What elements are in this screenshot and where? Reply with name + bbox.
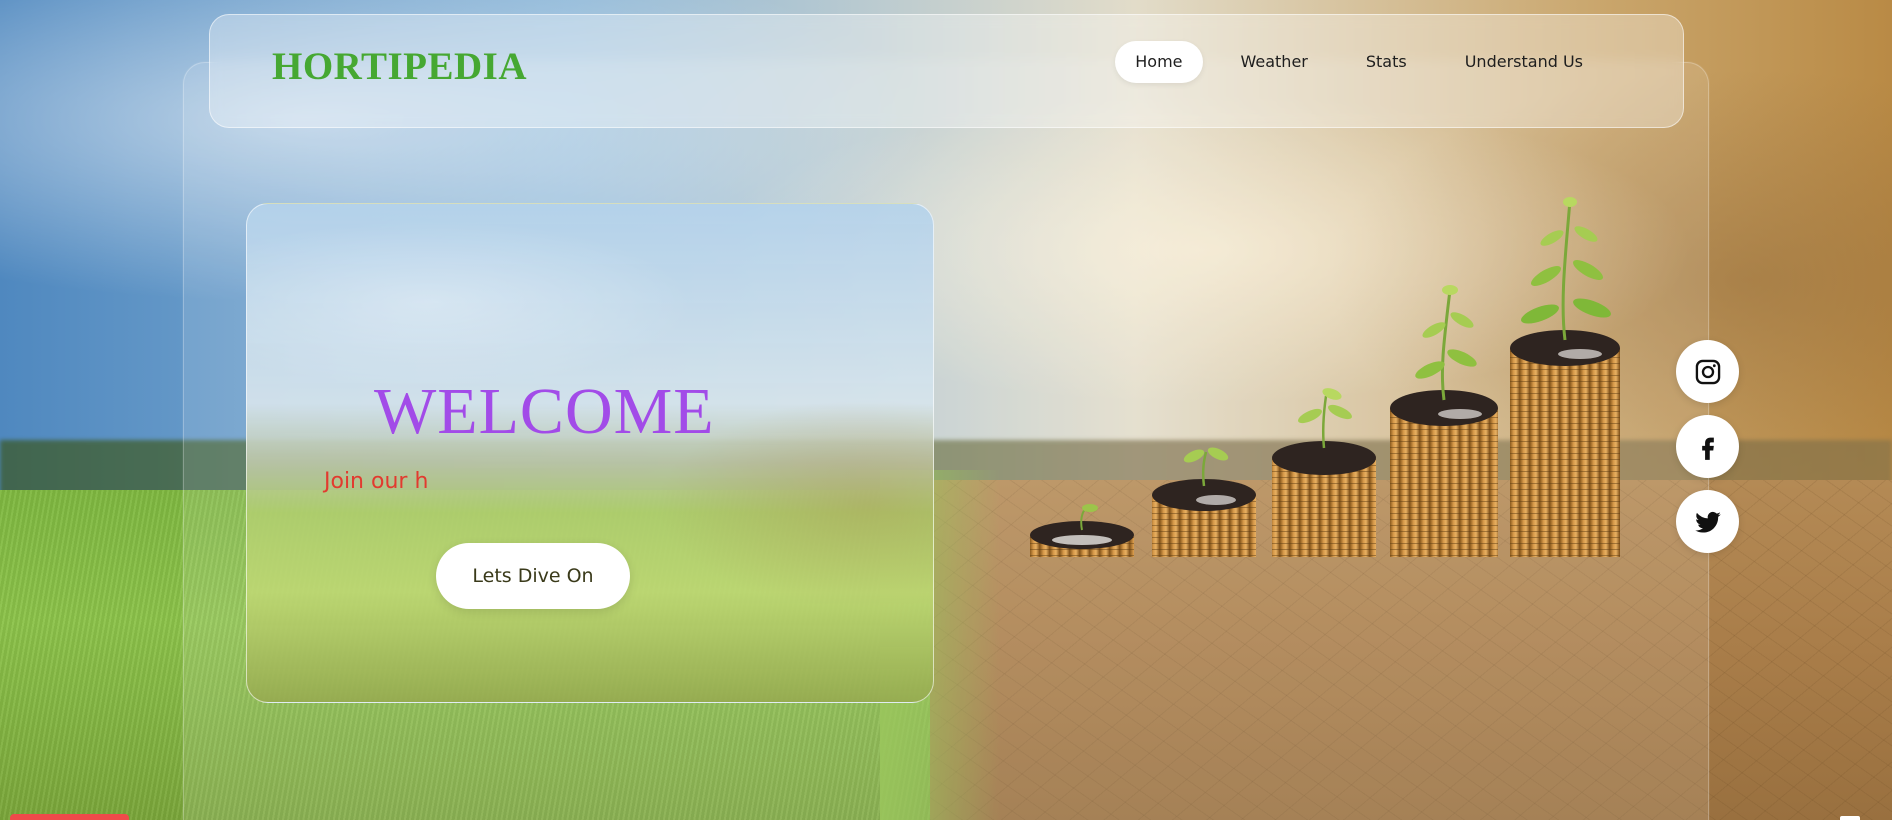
page: HORTIPEDIA Home Weather Stats Understand…: [0, 0, 1892, 820]
facebook-icon: [1701, 437, 1714, 460]
instagram-icon: [1695, 359, 1720, 384]
main-nav: Home Weather Stats Understand Us: [1115, 41, 1603, 83]
welcome-title: WELCOME: [374, 375, 715, 448]
nav-weather[interactable]: Weather: [1221, 41, 1328, 83]
lets-dive-on-button[interactable]: Lets Dive On: [436, 543, 630, 609]
welcome-subtitle: Join our h: [324, 469, 429, 494]
nav-home[interactable]: Home: [1115, 41, 1203, 83]
nav-understand-us[interactable]: Understand Us: [1445, 41, 1603, 83]
instagram-button[interactable]: [1676, 340, 1739, 403]
corner-tab[interactable]: [10, 814, 129, 820]
logo[interactable]: HORTIPEDIA: [272, 47, 527, 86]
navbar: HORTIPEDIA Home Weather Stats Understand…: [209, 14, 1684, 128]
welcome-card: WELCOME Join our h Lets Dive On: [246, 203, 934, 703]
facebook-button[interactable]: [1676, 415, 1739, 478]
social-links: [1676, 340, 1739, 553]
twitter-button[interactable]: [1676, 490, 1739, 553]
nav-stats[interactable]: Stats: [1346, 41, 1427, 83]
coin-stacks-plants-illustration: [1030, 197, 1620, 557]
twitter-icon: [1694, 511, 1721, 533]
corner-indicator: [1840, 816, 1860, 820]
